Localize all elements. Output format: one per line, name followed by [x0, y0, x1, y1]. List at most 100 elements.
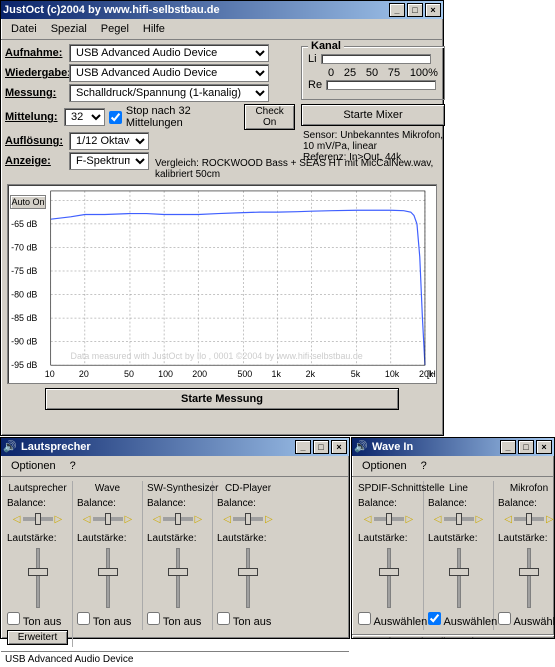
mixer-col: Wave Balance: ◁ ▷ Lautstärke: Ton aus [73, 481, 143, 630]
select-messung[interactable]: Schalldruck/Spannung (1-kanalig) [69, 84, 269, 102]
main-title: JustOct (c)2004 by www.hifi-selbstbau.de [3, 4, 389, 16]
svg-text:50: 50 [124, 369, 134, 379]
select-aufloesung[interactable]: 1/12 Oktave [69, 132, 149, 150]
speaker-right-icon: ▷ [125, 514, 133, 525]
menu-optionen[interactable]: Optionen [356, 458, 413, 474]
mixer-col-title: Mikrofon [498, 483, 555, 494]
mixer-col-title: Line [428, 483, 489, 494]
svg-text:1k: 1k [272, 369, 282, 379]
select-checkbox[interactable] [358, 612, 371, 625]
erweitert-button[interactable]: Erweitert [7, 630, 68, 645]
label-aufnahme: Aufnahme: [5, 47, 65, 59]
menu-help[interactable]: ? [415, 458, 433, 474]
balance-slider[interactable]: ◁ ▷ [498, 509, 555, 529]
maximize-icon[interactable]: □ [313, 440, 329, 454]
balance-slider[interactable]: ◁ ▷ [428, 509, 489, 529]
mixer-col: CD-Player Balance: ◁ ▷ Lautstärke: Ton a… [213, 481, 283, 630]
mixer-col: Mikrofon Balance: ◁ ▷ Lautstärke: Auswäh… [494, 481, 555, 630]
mute-checkbox[interactable] [77, 612, 90, 625]
minimize-icon[interactable]: _ [295, 440, 311, 454]
label-messung: Messung: [5, 87, 65, 99]
menu-datei[interactable]: Datei [5, 21, 43, 37]
speaker-left-icon: ◁ [504, 514, 512, 525]
svg-text:2k: 2k [306, 369, 316, 379]
kanal-group-label: Kanal [308, 40, 344, 52]
select-checkbox[interactable] [428, 612, 441, 625]
main-menubar: Datei Spezial Pegel Hilfe [1, 19, 443, 40]
starte-mixer-button[interactable]: Starte Mixer [301, 104, 445, 126]
volume-slider[interactable] [519, 548, 539, 608]
label-aufloesung: Auflösung: [5, 135, 65, 147]
volume-slider[interactable] [98, 548, 118, 608]
svg-text:-85 dB: -85 dB [11, 313, 37, 323]
svg-text:20: 20 [79, 369, 89, 379]
menu-spezial[interactable]: Spezial [45, 21, 93, 37]
ls-titlebar[interactable]: 🔊 Lautsprecher _ □ × [1, 438, 349, 456]
label-mittelung: Mittelung: [5, 111, 60, 123]
menu-optionen[interactable]: Optionen [5, 458, 62, 474]
close-icon[interactable]: × [425, 3, 441, 17]
close-icon[interactable]: × [331, 440, 347, 454]
svg-text:Data measured with JustOct by: Data measured with JustOct by Ilo , 0001… [71, 351, 363, 361]
volume-slider[interactable] [238, 548, 258, 608]
balance-slider[interactable]: ◁ ▷ [147, 509, 208, 529]
ls-menubar: Optionen ? [1, 456, 349, 477]
mixer-col-title: CD-Player [217, 483, 279, 494]
menu-hilfe[interactable]: Hilfe [137, 21, 171, 37]
menu-pegel[interactable]: Pegel [95, 21, 135, 37]
mixer-col-title: SW-Synthesizer [147, 483, 208, 494]
gauge-li [321, 54, 431, 64]
svg-text:200: 200 [192, 369, 207, 379]
main-window: JustOct (c)2004 by www.hifi-selbstbau.de… [0, 0, 444, 436]
minimize-icon[interactable]: _ [500, 440, 516, 454]
minimize-icon[interactable]: _ [389, 3, 405, 17]
maximize-icon[interactable]: □ [407, 3, 423, 17]
svg-text:-90 dB: -90 dB [11, 337, 37, 347]
select-anzeige[interactable]: F-Spektrum [69, 152, 149, 170]
svg-text:-95 dB: -95 dB [11, 360, 37, 370]
svg-text:500: 500 [237, 369, 252, 379]
volume-slider[interactable] [449, 548, 469, 608]
balance-slider[interactable]: ◁ ▷ [217, 509, 279, 529]
select-checkbox[interactable] [498, 612, 511, 625]
main-titlebar[interactable]: JustOct (c)2004 by www.hifi-selbstbau.de… [1, 1, 443, 19]
mixer-col-title: Wave [77, 483, 138, 494]
speaker-left-icon: ◁ [223, 514, 231, 525]
svg-text:100: 100 [158, 369, 173, 379]
balance-slider[interactable]: ◁ ▷ [77, 509, 138, 529]
mixer-col-title: Lautsprecher [7, 483, 68, 494]
speaker-left-icon: ◁ [13, 514, 21, 525]
select-mittelung[interactable]: 32 [64, 108, 105, 126]
svg-text:10: 10 [45, 369, 55, 379]
starte-messung-button[interactable]: Starte Messung [45, 388, 399, 410]
label-re: Re [308, 79, 322, 91]
volume-slider[interactable] [28, 548, 48, 608]
svg-text:-80 dB: -80 dB [11, 290, 37, 300]
menu-help[interactable]: ? [64, 458, 82, 474]
mute-checkbox[interactable] [217, 612, 230, 625]
spectrum-chart: Auto On -60 dB-65 dB-70 dB-75 dB-80 dB-8… [7, 184, 437, 384]
speaker-app-icon: 🔊 [3, 440, 17, 454]
check-on-button[interactable]: Check On [244, 104, 295, 130]
balance-slider[interactable]: ◁ ▷ [358, 509, 419, 529]
volume-slider[interactable] [168, 548, 188, 608]
speaker-left-icon: ◁ [364, 514, 372, 525]
close-icon[interactable]: × [536, 440, 552, 454]
select-aufnahme[interactable]: USB Advanced Audio Device [69, 44, 269, 62]
speaker-right-icon: ▷ [406, 514, 414, 525]
wi-status: USB Advanced Audio Device [352, 634, 554, 639]
label-stop-nach: Stop nach 32 Mittelungen [126, 105, 240, 129]
svg-text:-65 dB: -65 dB [11, 219, 37, 229]
wi-titlebar[interactable]: 🔊 Wave In _ □ × [352, 438, 554, 456]
auto-on-button[interactable]: Auto On [10, 195, 46, 209]
balance-slider[interactable]: ◁ ▷ [7, 509, 68, 529]
svg-text:5k: 5k [351, 369, 361, 379]
mute-checkbox[interactable] [147, 612, 160, 625]
select-wiedergabe[interactable]: USB Advanced Audio Device [69, 64, 269, 82]
volume-slider[interactable] [379, 548, 399, 608]
mixer-col: SW-Synthesizer Balance: ◁ ▷ Lautstärke: … [143, 481, 213, 630]
svg-text:-70 dB: -70 dB [11, 242, 37, 252]
maximize-icon[interactable]: □ [518, 440, 534, 454]
mute-checkbox[interactable] [7, 612, 20, 625]
check-stop-nach[interactable] [109, 111, 122, 124]
